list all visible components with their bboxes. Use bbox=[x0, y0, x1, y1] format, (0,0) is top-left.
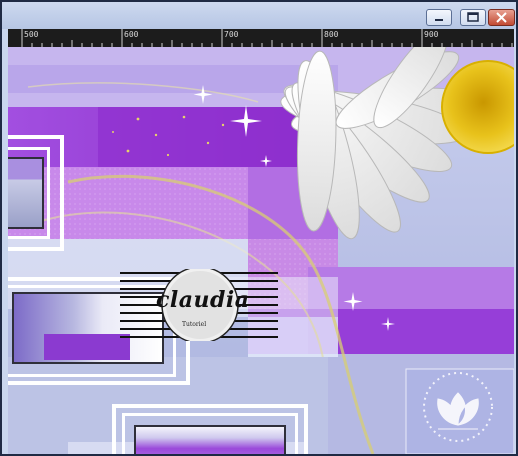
image-canvas[interactable]: claudia Tutoriel bbox=[8, 47, 514, 454]
close-button[interactable] bbox=[488, 9, 515, 26]
mid-thumbnail-purple-block bbox=[44, 334, 130, 360]
image-window: 500 600 700 800 900 claudia Tutoriel bbox=[0, 0, 518, 456]
right-purple-strip-dark bbox=[308, 309, 514, 354]
maximize-icon bbox=[467, 12, 479, 22]
close-icon bbox=[496, 12, 507, 23]
ruler-ticks bbox=[21, 29, 513, 47]
artwork bbox=[8, 47, 514, 454]
left-thumbnail-top bbox=[8, 157, 44, 229]
right-purple-block bbox=[308, 267, 514, 309]
horizontal-ruler: 500 600 700 800 900 bbox=[8, 29, 514, 47]
watermark-subtitle: Tutoriel bbox=[182, 321, 207, 328]
watermark-name: claudia bbox=[156, 287, 250, 313]
minimize-icon bbox=[435, 19, 443, 21]
watermark-stamp: claudia Tutoriel bbox=[120, 269, 278, 341]
minimize-button[interactable] bbox=[426, 9, 452, 26]
title-bar bbox=[2, 2, 516, 29]
bottom-thumbnail bbox=[134, 425, 286, 454]
maximize-button[interactable] bbox=[460, 9, 486, 26]
